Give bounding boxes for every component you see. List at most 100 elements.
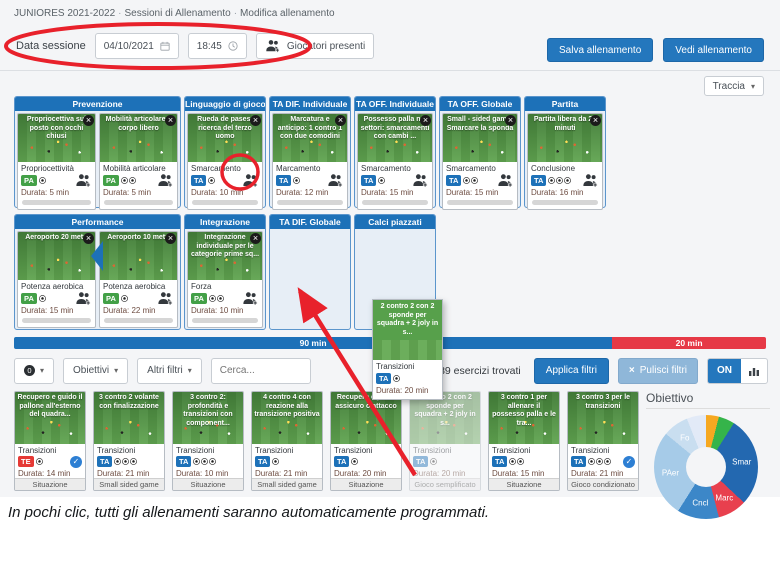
close-icon[interactable]: ×	[590, 115, 601, 126]
objectives-dropdown[interactable]: Obiettivi ▾	[63, 358, 128, 384]
drag-card-badge-row: TA	[373, 371, 442, 386]
exercise-card[interactable]: 3 contro 3 per le transizioniTransizioni…	[567, 391, 639, 491]
card-field-image: 3 contro 2: profondità e transizioni con…	[173, 392, 243, 444]
exercise-card[interactable]: 2 contro 2 con 2 sponde per squadra + 2 …	[409, 391, 481, 491]
card-badge-row: TA	[94, 454, 164, 468]
exercise-card[interactable]: 4 contro 4 con reazione alla transizione…	[251, 391, 323, 491]
players-present-button[interactable]: Giocatori presenti	[256, 33, 374, 59]
add-players-icon[interactable]	[157, 172, 174, 189]
session-time-input[interactable]: 18:45	[188, 33, 247, 59]
card-duration: Durata: 21 min	[568, 469, 638, 478]
card-progress-bar	[22, 318, 91, 323]
card-method-footer: Situazione	[489, 478, 559, 490]
soccer-ball-icon	[588, 458, 595, 465]
close-icon[interactable]: ×	[83, 115, 94, 126]
on-toggle-button[interactable]: ON	[708, 359, 741, 383]
session-date-input[interactable]: 04/10/2021	[95, 33, 179, 59]
exercise-card[interactable]: 3 contro 2: profondità e transizioni con…	[172, 391, 244, 491]
calendar-icon	[160, 41, 170, 51]
soccer-ball-icon	[393, 375, 400, 382]
board-card[interactable]: Possesso palla nei settori: smarcamenti …	[357, 113, 433, 210]
exercise-card[interactable]: Recupero e guido il pallone all'esterno …	[14, 391, 86, 491]
close-icon[interactable]: ×	[250, 233, 261, 244]
stats-chart-button[interactable]	[741, 359, 767, 383]
add-players-icon[interactable]	[327, 172, 344, 189]
add-players-icon[interactable]	[75, 290, 92, 307]
session-date-value: 04/10/2021	[104, 41, 154, 52]
breadcrumb-item[interactable]: JUNIORES 2021-2022	[14, 8, 115, 19]
board-card[interactable]: Integrazione individuale per le categori…	[187, 231, 263, 328]
card-badge-row: TA	[410, 454, 480, 468]
card-category: Transizioni	[173, 444, 243, 454]
card-badge-row: PA	[18, 291, 95, 306]
board-card[interactable]: Partita libera da 20 minuti×ConclusioneT…	[527, 113, 603, 210]
drag-card-duration: Durata: 20 min	[373, 386, 442, 399]
close-icon[interactable]: ×	[505, 115, 516, 126]
card-field-image: 3 contro 3 per le transizioni	[568, 392, 638, 444]
add-players-icon	[242, 290, 259, 307]
close-icon[interactable]: ×	[165, 233, 176, 244]
soccer-ball-icon	[564, 177, 571, 184]
close-icon[interactable]: ×	[165, 115, 176, 126]
type-badge: TA	[255, 456, 270, 467]
apply-filters-button[interactable]: Applica filtri	[534, 358, 609, 384]
save-training-button[interactable]: Salva allenamento	[547, 38, 653, 62]
board-card[interactable]: Rueda de pases: ricerca del terzo uomo×S…	[187, 113, 263, 210]
difficulty-balls-icon	[193, 458, 216, 465]
filter-count-dropdown[interactable]: 0 ▾	[14, 358, 54, 384]
breadcrumb-item[interactable]: Sessioni di Allenamento	[125, 8, 231, 19]
close-icon[interactable]: ×	[420, 115, 431, 126]
exercise-card[interactable]: Recupero e palla: assicuro o attaccoTran…	[330, 391, 402, 491]
donut-slice-label: Cncl	[692, 498, 708, 507]
column-header: TA DIF. Individuale	[270, 97, 350, 111]
soccer-ball-icon	[351, 458, 358, 465]
board-card[interactable]: Mobilità articolare a corpo libero×Mobil…	[99, 113, 178, 210]
card-duration: Durata: 15 min	[489, 469, 559, 478]
card-badge-row: PA	[188, 291, 262, 306]
add-players-icon[interactable]	[242, 290, 259, 307]
timeline-segment: 20 min	[612, 337, 766, 349]
add-players-icon[interactable]	[412, 172, 429, 189]
trace-dropdown[interactable]: Traccia ▾	[704, 76, 764, 96]
add-players-icon[interactable]	[582, 172, 599, 189]
other-filters-label: Altri filtri	[147, 365, 183, 376]
board-card[interactable]: Propriocettiva sul posto con occhi chius…	[17, 113, 96, 210]
card-method-footer: Situazione	[331, 478, 401, 490]
add-players-icon[interactable]	[75, 172, 92, 189]
column-body: Small - sided game: Smarcare la sponda×S…	[440, 111, 520, 212]
breadcrumb-item[interactable]: Modifica allenamento	[240, 8, 335, 19]
board-card[interactable]: Aeroporto 10 metri×Potenza aerobicaPADur…	[99, 231, 178, 328]
players-present-label: Giocatori presenti	[287, 41, 365, 52]
selected-check-icon: ✓	[70, 456, 82, 468]
view-training-button[interactable]: Vedi allenamento	[663, 38, 764, 62]
search-input[interactable]	[211, 358, 311, 384]
card-category: Transizioni	[568, 444, 638, 454]
other-filters-dropdown[interactable]: Altri filtri ▾	[137, 358, 202, 384]
close-icon[interactable]: ×	[250, 115, 261, 126]
card-category: Transizioni	[94, 444, 164, 454]
board-column: TA DIF. Individuale Marcatura e anticipo:…	[269, 96, 351, 208]
add-players-icon[interactable]	[242, 172, 259, 189]
board-card[interactable]: Aeroporto 20 metri×Potenza aerobicaPADur…	[17, 231, 96, 328]
dragged-exercise-card[interactable]: 2 contro 2 con 2 sponde per squadra + 2 …	[372, 299, 443, 400]
exercise-card[interactable]: 3 contro 1 per allenare il possesso pall…	[488, 391, 560, 491]
chevron-down-icon: ▾	[751, 82, 755, 91]
card-duration: Durata: 10 min	[173, 469, 243, 478]
board-card[interactable]: Small - sided game: Smarcare la sponda×S…	[442, 113, 518, 210]
insert-position-arrow	[91, 241, 103, 271]
add-players-icon[interactable]	[497, 172, 514, 189]
soccer-ball-icon	[556, 177, 563, 184]
add-players-icon[interactable]	[157, 290, 174, 307]
drag-card-category: Transizioni	[373, 360, 442, 371]
board-column: IntegrazioneIntegrazione individuale per…	[184, 214, 266, 330]
column-body: Rueda de pases: ricerca del terzo uomo×S…	[185, 111, 265, 212]
type-badge: TA	[334, 456, 349, 467]
exercise-card[interactable]: 3 contro 2 volante con finalizzazioneTra…	[93, 391, 165, 491]
difficulty-balls-icon	[209, 295, 224, 302]
close-icon[interactable]: ×	[335, 115, 346, 126]
column-body: Integrazione individuale per le categori…	[185, 229, 265, 330]
card-method-footer: Small sided game	[94, 478, 164, 490]
board-card[interactable]: Marcatura e anticipo: 1 contro 1 con due…	[272, 113, 348, 210]
clear-filters-button[interactable]: × Pulisci filtri	[618, 358, 698, 384]
trace-label: Traccia	[713, 81, 745, 92]
